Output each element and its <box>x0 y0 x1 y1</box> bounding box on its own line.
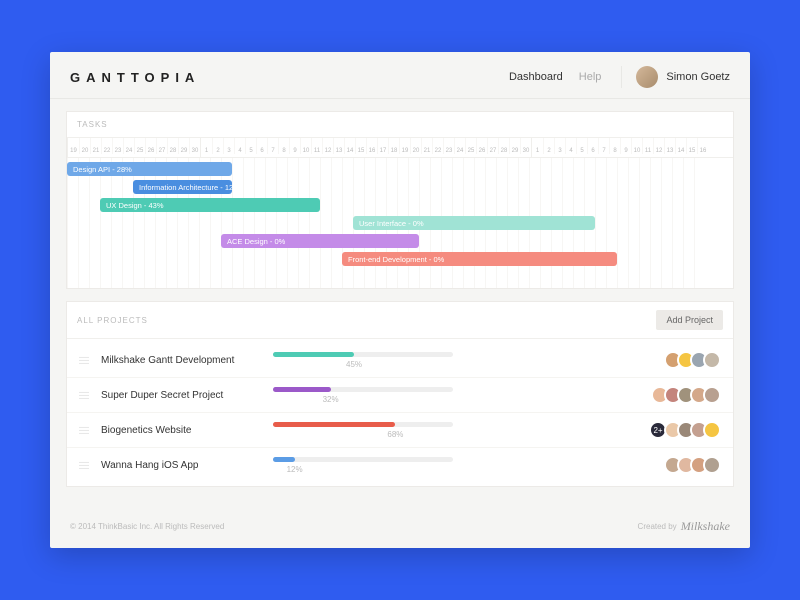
user-name: Simon Goetz <box>666 71 730 83</box>
gantt-bar[interactable]: Information Architecture - 12% <box>133 180 232 194</box>
progress-wrap: 32% <box>273 387 641 404</box>
nav-dashboard[interactable]: Dashboard <box>509 71 563 83</box>
add-project-button[interactable]: Add Project <box>656 310 723 330</box>
created-by-label: Created by <box>638 522 677 531</box>
team-avatar[interactable] <box>703 421 721 439</box>
footer-credit: Created by Milkshake <box>638 519 730 534</box>
gantt-bar[interactable]: Front-end Development - 0% <box>342 252 617 266</box>
gantt-bar[interactable]: User Interface - 0% <box>353 216 595 230</box>
gantt-chart: MARCH192021222324252627282930APRIL123456… <box>67 138 733 288</box>
gantt-bar[interactable]: ACE Design - 0% <box>221 234 419 248</box>
project-name: Milkshake Gantt Development <box>93 355 263 366</box>
drag-handle-icon[interactable]: ——— <box>79 391 93 400</box>
logo: GANTTOPIA <box>70 70 200 85</box>
app-window: GANTTOPIA Dashboard Help Simon Goetz TAS… <box>50 52 750 548</box>
team-avatars <box>651 386 721 404</box>
tasks-panel-title: TASKS <box>67 112 733 138</box>
avatar <box>636 66 658 88</box>
gantt-bar[interactable]: Design API - 28% <box>67 162 232 176</box>
team-avatars <box>664 351 721 369</box>
projects-list: ———Milkshake Gantt Development45%———Supe… <box>67 339 733 486</box>
project-name: Wanna Hang iOS App <box>93 460 263 471</box>
team-avatar[interactable] <box>703 456 721 474</box>
team-avatar[interactable] <box>703 351 721 369</box>
projects-panel: ALL PROJECTS Add Project ———Milkshake Ga… <box>66 301 734 487</box>
nav-help[interactable]: Help <box>579 71 602 83</box>
header: GANTTOPIA Dashboard Help Simon Goetz <box>50 52 750 99</box>
project-name: Biogenetics Website <box>93 425 263 436</box>
projects-panel-header: ALL PROJECTS Add Project <box>67 302 733 339</box>
gantt-bars: Design API - 28% Information Architecture… <box>67 158 733 288</box>
team-avatars: 2+ <box>649 421 721 439</box>
gantt-bar-trail <box>320 198 595 212</box>
gantt-bar[interactable]: UX Design - 43% <box>100 198 320 212</box>
drag-handle-icon[interactable]: ——— <box>79 356 93 365</box>
user-menu[interactable]: Simon Goetz <box>621 66 730 88</box>
copyright: © 2014 ThinkBasic Inc. All Rights Reserv… <box>70 522 224 531</box>
project-row[interactable]: ———Super Duper Secret Project 32% <box>67 378 733 413</box>
progress-wrap: 12% <box>273 457 654 474</box>
brand-mark: Milkshake <box>681 519 730 534</box>
team-avatar[interactable] <box>703 386 721 404</box>
project-row[interactable]: ———Milkshake Gantt Development 45% <box>67 343 733 378</box>
footer: © 2014 ThinkBasic Inc. All Rights Reserv… <box>50 511 750 548</box>
project-row[interactable]: ———Biogenetics Website 68% 2+ <box>67 413 733 448</box>
projects-panel-title: ALL PROJECTS <box>77 316 148 325</box>
project-name: Super Duper Secret Project <box>93 390 263 401</box>
nav: Dashboard Help Simon Goetz <box>509 66 730 88</box>
progress-wrap: 45% <box>273 352 654 369</box>
team-avatars <box>664 456 721 474</box>
content: TASKS MARCH192021222324252627282930APRIL… <box>50 99 750 511</box>
tasks-panel: TASKS MARCH192021222324252627282930APRIL… <box>66 111 734 289</box>
project-row[interactable]: ———Wanna Hang iOS App 12% <box>67 448 733 482</box>
drag-handle-icon[interactable]: ——— <box>79 461 93 470</box>
gantt-timeline: MARCH192021222324252627282930APRIL123456… <box>67 138 733 158</box>
drag-handle-icon[interactable]: ——— <box>79 426 93 435</box>
progress-wrap: 68% <box>273 422 639 439</box>
